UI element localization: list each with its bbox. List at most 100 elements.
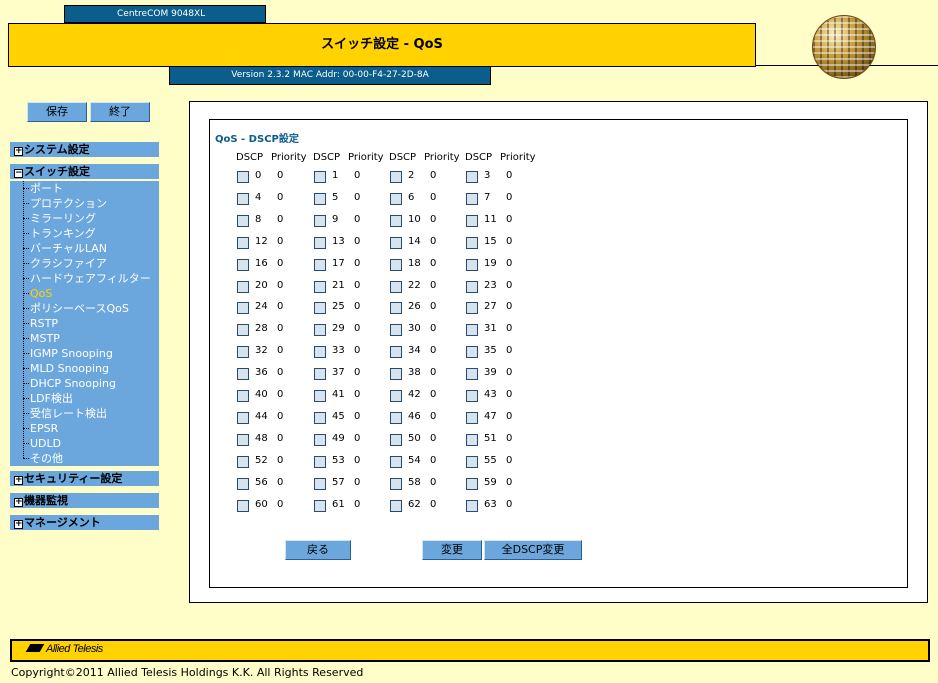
sidebar-item[interactable]: クラシファイア [10, 256, 107, 271]
dscp-checkbox[interactable] [237, 192, 249, 205]
sidebar-item[interactable]: 受信レート検出 [10, 406, 107, 421]
dscp-checkbox[interactable] [390, 499, 402, 512]
dscp-checkbox[interactable] [314, 368, 326, 381]
sidebar-item[interactable]: ポリシーベースQoS [10, 301, 129, 316]
dscp-checkbox[interactable] [466, 455, 478, 468]
priority-value: 0 [430, 235, 437, 247]
sidebar-item[interactable]: QoS [10, 286, 52, 301]
dscp-checkbox[interactable] [314, 433, 326, 446]
dscp-checkbox[interactable] [237, 455, 249, 468]
dscp-checkbox[interactable] [466, 411, 478, 424]
dscp-checkbox[interactable] [237, 411, 249, 424]
dscp-checkbox[interactable] [390, 477, 402, 490]
dscp-checkbox[interactable] [314, 324, 326, 337]
dscp-checkbox[interactable] [237, 258, 249, 271]
dscp-checkbox[interactable] [390, 390, 402, 402]
nav-security-settings[interactable]: +セキュリティー設定 [10, 471, 159, 487]
dscp-checkbox[interactable] [390, 368, 402, 381]
dscp-checkbox[interactable] [390, 192, 402, 205]
dscp-checkbox[interactable] [237, 368, 249, 381]
dscp-checkbox[interactable] [314, 477, 326, 490]
dscp-checkbox[interactable] [237, 346, 249, 359]
dscp-checkbox[interactable] [390, 302, 402, 315]
dscp-checkbox[interactable] [314, 258, 326, 271]
dscp-checkbox[interactable] [390, 258, 402, 271]
sidebar-item[interactable]: RSTP [10, 316, 58, 331]
version-info: Version 2.3.2 MAC Addr: 00-00-F4-27-2D-8… [169, 66, 491, 85]
priority-value: 0 [277, 367, 284, 379]
dscp-checkbox[interactable] [466, 280, 478, 293]
dscp-checkbox[interactable] [314, 346, 326, 359]
dscp-checkbox[interactable] [314, 390, 326, 402]
sidebar-item[interactable]: MSTP [10, 331, 60, 346]
change-button[interactable]: 変更 [422, 540, 482, 560]
dscp-checkbox[interactable] [390, 324, 402, 337]
dscp-checkbox[interactable] [466, 368, 478, 381]
sidebar-item[interactable]: DHCP Snooping [10, 376, 116, 391]
dscp-checkbox[interactable] [466, 346, 478, 359]
sidebar-item[interactable]: UDLD [10, 436, 61, 451]
dscp-checkbox[interactable] [466, 477, 478, 490]
dscp-checkbox[interactable] [390, 280, 402, 293]
sidebar-item[interactable]: ハードウェアフィルター [10, 271, 151, 286]
nav-management[interactable]: +マネージメント [10, 515, 159, 531]
dscp-checkbox[interactable] [390, 171, 402, 183]
dscp-checkbox[interactable] [314, 411, 326, 424]
dscp-checkbox[interactable] [466, 499, 478, 512]
nav-switch-settings[interactable]: −スイッチ設定 [10, 164, 159, 180]
change-all-dscp-button[interactable]: 全DSCP変更 [484, 540, 582, 560]
dscp-checkbox[interactable] [390, 346, 402, 359]
dscp-value: 2 [408, 170, 415, 181]
exit-button[interactable]: 終了 [90, 102, 150, 122]
dscp-checkbox[interactable] [466, 236, 478, 249]
dscp-checkbox[interactable] [390, 411, 402, 424]
dscp-checkbox[interactable] [466, 390, 478, 402]
sidebar-item[interactable]: その他 [10, 451, 63, 466]
dscp-checkbox[interactable] [466, 324, 478, 337]
dscp-checkbox[interactable] [314, 455, 326, 468]
dscp-checkbox[interactable] [237, 236, 249, 249]
dscp-checkbox[interactable] [237, 302, 249, 315]
dscp-checkbox[interactable] [314, 236, 326, 249]
dscp-checkbox[interactable] [390, 455, 402, 468]
dscp-checkbox[interactable] [237, 477, 249, 490]
dscp-checkbox[interactable] [237, 171, 249, 183]
dscp-checkbox[interactable] [466, 214, 478, 227]
sidebar-item[interactable]: ポート [10, 181, 63, 196]
dscp-checkbox[interactable] [466, 433, 478, 446]
sidebar-item[interactable]: IGMP Snooping [10, 346, 113, 361]
nav-device-monitor[interactable]: +機器監視 [10, 493, 159, 509]
dscp-checkbox[interactable] [390, 214, 402, 227]
sidebar-item[interactable]: バーチャルLAN [10, 241, 107, 256]
dscp-checkbox[interactable] [237, 499, 249, 512]
dscp-checkbox[interactable] [466, 192, 478, 205]
dscp-checkbox[interactable] [466, 258, 478, 271]
sidebar-item[interactable]: LDF検出 [10, 391, 73, 406]
sidebar-item[interactable]: プロテクション [10, 196, 107, 211]
dscp-checkbox[interactable] [466, 171, 478, 183]
priority-value: 0 [506, 454, 513, 466]
dscp-checkbox[interactable] [237, 324, 249, 337]
dscp-checkbox[interactable] [466, 302, 478, 315]
dscp-checkbox[interactable] [314, 280, 326, 293]
dscp-checkbox[interactable] [237, 214, 249, 227]
sidebar-item[interactable]: ミラーリング [10, 211, 96, 226]
sidebar-item[interactable]: EPSR [10, 421, 58, 436]
priority-value: 0 [430, 213, 437, 225]
dscp-checkbox[interactable] [314, 499, 326, 512]
dscp-checkbox[interactable] [314, 171, 326, 183]
back-button[interactable]: 戻る [285, 540, 351, 560]
nav-system-settings[interactable]: +システム設定 [10, 142, 159, 158]
dscp-checkbox[interactable] [314, 302, 326, 315]
dscp-checkbox[interactable] [390, 236, 402, 249]
sidebar-item[interactable]: トランキング [10, 226, 96, 241]
dscp-checkbox[interactable] [237, 390, 249, 402]
dscp-checkbox[interactable] [314, 214, 326, 227]
dscp-checkbox[interactable] [237, 280, 249, 293]
priority-value: 0 [430, 301, 437, 313]
sidebar-item[interactable]: MLD Snooping [10, 361, 109, 376]
dscp-checkbox[interactable] [390, 433, 402, 446]
dscp-checkbox[interactable] [314, 192, 326, 205]
dscp-checkbox[interactable] [237, 433, 249, 446]
save-button[interactable]: 保存 [27, 102, 87, 122]
